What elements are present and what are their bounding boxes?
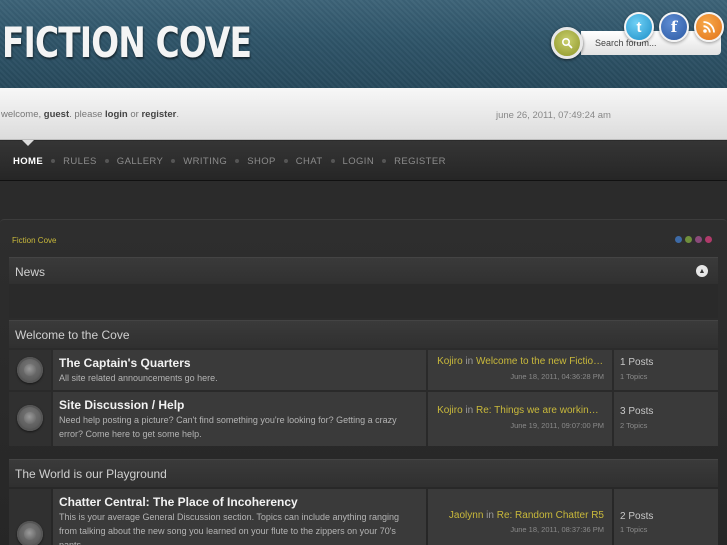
- board-post-count: 3 Posts: [620, 406, 654, 417]
- nav-active-pointer: [22, 140, 34, 146]
- nav-gallery[interactable]: GALLERY: [117, 156, 163, 167]
- last-post-topic[interactable]: Re: Things we are working on: [476, 405, 604, 416]
- nav-chat[interactable]: CHAT: [296, 156, 323, 167]
- board-stats: 1 Posts 1 Topics: [614, 350, 718, 390]
- board-topic-count: 2 Topics: [620, 421, 648, 430]
- color-dot-green[interactable]: [685, 236, 692, 243]
- main-nav: HOME RULES GALLERY WRITING SHOP CHAT LOG…: [0, 141, 727, 181]
- board-stats: 3 Posts 2 Topics: [614, 392, 718, 446]
- last-post-line: Jaolynn in Re: Random Chatter R5: [449, 510, 604, 521]
- board-icon-cell: [9, 392, 51, 446]
- board-icon-cell: [9, 489, 51, 545]
- last-post-user[interactable]: Kojiro: [437, 405, 463, 416]
- board-icon-cell: [9, 350, 51, 390]
- nav-register[interactable]: REGISTER: [394, 156, 446, 167]
- last-post-date: June 19, 2011, 09:07:00 PM: [510, 421, 604, 430]
- category-title: Welcome to the Cove: [15, 328, 130, 342]
- site-logo[interactable]: FICTION COVE: [2, 18, 252, 67]
- last-post-topic[interactable]: Re: Random Chatter R5: [497, 510, 604, 521]
- board-title[interactable]: Chatter Central: The Place of Incoherenc…: [59, 495, 298, 509]
- last-post-date: June 18, 2011, 08:37:36 PM: [510, 525, 604, 534]
- nav-login[interactable]: LOGIN: [343, 156, 375, 167]
- color-dot-pink[interactable]: [705, 236, 712, 243]
- board-row: Chatter Central: The Place of Incoherenc…: [9, 489, 718, 545]
- last-post-user[interactable]: Kojiro: [437, 356, 463, 367]
- board-title[interactable]: Site Discussion / Help: [59, 398, 184, 412]
- board-info: Chatter Central: The Place of Incoherenc…: [53, 489, 426, 545]
- nav-sep: [227, 159, 247, 163]
- category-news: News ▲: [9, 257, 718, 285]
- welcome-message: welcome, guest. please login or register…: [1, 109, 179, 120]
- last-post-date: June 18, 2011, 04:36:28 PM: [510, 372, 604, 381]
- nav-sep: [276, 159, 296, 163]
- guest-name: guest: [43, 109, 70, 120]
- board-stats: 2 Posts 1 Topics: [614, 489, 718, 545]
- news-body: [9, 284, 718, 318]
- nav-sep: [97, 159, 117, 163]
- board-topic-count: 1 Topics: [620, 372, 648, 381]
- board-status-icon: [17, 405, 43, 431]
- board-last-post: Kojiro in Welcome to the new Fiction Cov…: [428, 350, 612, 390]
- facebook-icon[interactable]: f: [659, 12, 689, 42]
- last-post-user[interactable]: Jaolynn: [449, 510, 483, 521]
- in-text: in: [462, 405, 476, 416]
- search-button[interactable]: [551, 27, 583, 59]
- board-topic-count: 1 Topics: [620, 525, 648, 534]
- nav-rules[interactable]: RULES: [63, 156, 97, 167]
- category-title: The World is our Playground: [15, 467, 167, 481]
- category-title: News: [15, 265, 46, 279]
- board-post-count: 2 Posts: [620, 511, 654, 522]
- in-text: in: [483, 510, 497, 521]
- nav-sep: [163, 159, 183, 163]
- register-link[interactable]: register: [141, 109, 176, 120]
- last-post-topic[interactable]: Welcome to the new Fiction Cove: [476, 356, 604, 367]
- or-text: or: [127, 109, 142, 120]
- nav-writing[interactable]: WRITING: [183, 156, 227, 167]
- breadcrumb[interactable]: Fiction Cove: [12, 236, 56, 245]
- nav-sep: [43, 159, 63, 163]
- user-info-bar: welcome, guest. please login or register…: [0, 88, 727, 140]
- board-title[interactable]: The Captain's Quarters: [59, 356, 191, 370]
- search-icon: [561, 37, 573, 49]
- board-status-icon: [17, 357, 43, 383]
- category-world: The World is our Playground: [9, 459, 718, 487]
- rss-glyph: [703, 21, 715, 33]
- board-last-post: Kojiro in Re: Things we are working on J…: [428, 392, 612, 446]
- twitter-icon[interactable]: t: [624, 12, 654, 42]
- board-last-post: Jaolynn in Re: Random Chatter R5 June 18…: [428, 489, 612, 545]
- nav-sep: [323, 159, 343, 163]
- welcome-text: welcome,: [1, 109, 44, 120]
- last-post-line: Kojiro in Re: Things we are working on: [437, 405, 604, 416]
- please-text: . please: [69, 109, 106, 120]
- board-row: Site Discussion / Help Need help posting…: [9, 392, 718, 446]
- board-post-count: 1 Posts: [620, 357, 654, 368]
- nav-home[interactable]: HOME: [13, 156, 43, 167]
- current-datetime: june 26, 2011, 07:49:24 am: [496, 110, 611, 121]
- site-header: FICTION COVE: [0, 0, 727, 88]
- color-dot-blue[interactable]: [675, 236, 682, 243]
- in-text: in: [462, 356, 476, 367]
- board-description: All site related announcements go here.: [59, 373, 218, 383]
- board-description: Need help posting a picture? Can't find …: [59, 415, 397, 439]
- board-description: This is your average General Discussion …: [59, 512, 400, 545]
- color-dot-purple[interactable]: [695, 236, 702, 243]
- board-info: Site Discussion / Help Need help posting…: [53, 392, 426, 446]
- last-post-line: Kojiro in Welcome to the new Fiction Cov…: [437, 356, 604, 367]
- board-info: The Captain's Quarters All site related …: [53, 350, 426, 390]
- nav-sep: [374, 159, 394, 163]
- collapse-icon[interactable]: ▲: [696, 265, 708, 277]
- board-status-icon: [17, 521, 43, 545]
- rss-icon[interactable]: [694, 12, 724, 42]
- board-row: The Captain's Quarters All site related …: [9, 350, 718, 390]
- period-text: .: [176, 109, 179, 120]
- nav-shop[interactable]: SHOP: [247, 156, 276, 167]
- login-link[interactable]: login: [105, 109, 128, 120]
- category-welcome: Welcome to the Cove: [9, 320, 718, 348]
